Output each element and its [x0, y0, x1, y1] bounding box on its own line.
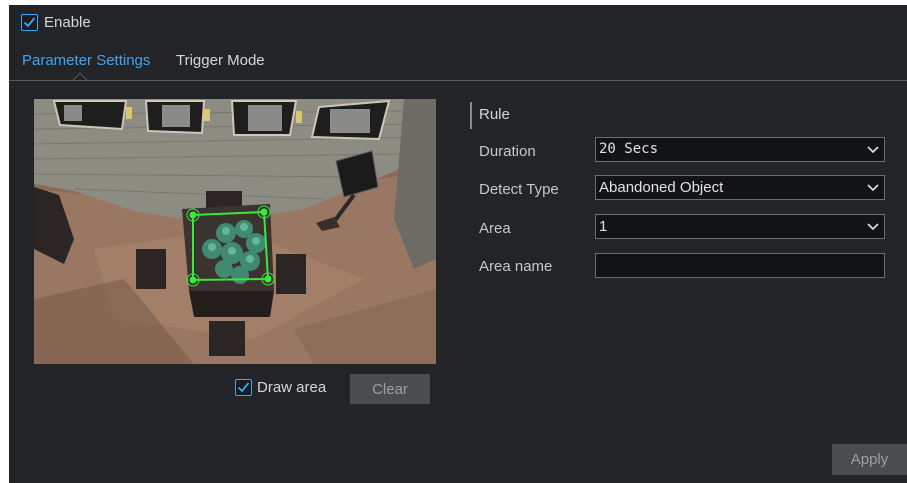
area-label: Area — [479, 220, 511, 237]
enable-checkbox-row[interactable]: Enable — [21, 14, 91, 31]
tab-bar: Parameter Settings Trigger Mode — [9, 50, 907, 81]
checkmark-icon — [237, 382, 250, 393]
camera-snapshot — [34, 99, 436, 364]
draw-area-label: Draw area — [257, 379, 327, 396]
draw-area-checkbox-row[interactable]: Draw area — [235, 379, 326, 396]
duration-value: 20 Secs — [599, 141, 659, 157]
area-name-label: Area name — [479, 258, 553, 275]
duration-label: Duration — [479, 143, 536, 160]
enable-label: Enable — [44, 14, 91, 31]
area-name-input[interactable] — [595, 253, 885, 278]
rule-section-title: Rule — [479, 106, 510, 123]
smart-event-panel: Enable Parameter Settings Trigger Mode D… — [9, 5, 907, 483]
detect-type-label: Detect Type — [479, 181, 559, 198]
camera-preview[interactable] — [34, 99, 436, 364]
chevron-down-icon — [867, 184, 879, 192]
rule-section-marker — [470, 102, 472, 129]
apply-button[interactable]: Apply — [832, 444, 907, 475]
chevron-down-icon — [867, 223, 879, 231]
duration-select[interactable]: 20 Secs — [595, 137, 885, 162]
clear-button[interactable]: Clear — [350, 374, 430, 404]
detect-type-value: Abandoned Object — [599, 179, 724, 196]
active-tab-caret-icon — [73, 72, 87, 80]
tab-trigger-mode[interactable]: Trigger Mode — [176, 52, 265, 69]
draw-area-checkbox[interactable] — [235, 379, 252, 396]
detect-type-select[interactable]: Abandoned Object — [595, 175, 885, 200]
area-select[interactable]: 1 — [595, 214, 885, 239]
chevron-down-icon — [867, 146, 879, 154]
tab-parameter-settings[interactable]: Parameter Settings — [22, 52, 150, 69]
area-value: 1 — [599, 218, 608, 235]
enable-checkbox[interactable] — [21, 14, 38, 31]
checkmark-icon — [23, 17, 36, 28]
